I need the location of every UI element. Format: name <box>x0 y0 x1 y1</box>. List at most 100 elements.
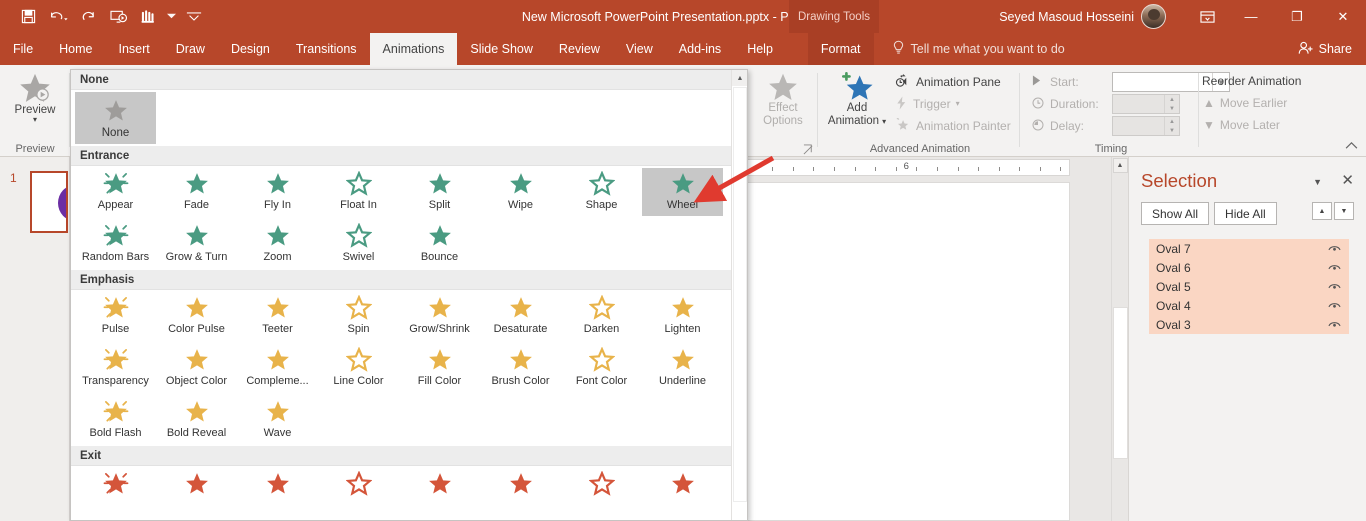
gallery-item-desaturate[interactable]: Desaturate <box>480 292 561 340</box>
close-pane-icon[interactable]: ✕ <box>1341 171 1354 189</box>
tab-animations[interactable]: Animations <box>369 33 458 65</box>
gallery-item-bold-reveal[interactable]: Bold Reveal <box>156 396 237 444</box>
gallery-item-object-color[interactable]: Object Color <box>156 344 237 392</box>
tab-transitions[interactable]: Transitions <box>283 33 370 65</box>
gallery-item-float-in[interactable]: Float In <box>318 168 399 216</box>
gallery-item-effect-5[interactable] <box>480 468 561 516</box>
customize-qat-icon[interactable] <box>180 4 208 30</box>
tab-file[interactable]: File <box>0 33 46 65</box>
gallery-item-brush-color[interactable]: Brush Color <box>480 344 561 392</box>
gallery-item-line-color[interactable]: Line Color <box>318 344 399 392</box>
gallery-item-bold-flash[interactable]: Bold Flash <box>75 396 156 444</box>
chevron-down-icon[interactable]: ▾ <box>33 116 37 124</box>
gallery-item-spin[interactable]: Spin <box>318 292 399 340</box>
gallery-item-random-bars[interactable]: Random Bars <box>75 220 156 268</box>
effect-options-button[interactable]: Effect Options <box>752 65 814 128</box>
gallery-item-none[interactable]: None <box>75 92 156 144</box>
gallery-item-darken[interactable]: Darken <box>561 292 642 340</box>
gallery-item-shape[interactable]: Shape <box>561 168 642 216</box>
gallery-item-effect-1[interactable] <box>156 468 237 516</box>
gallery-item-fill-color[interactable]: Fill Color <box>399 344 480 392</box>
gallery-item-zoom[interactable]: Zoom <box>237 220 318 268</box>
add-animation-button[interactable]: Add Animation ▾ <box>826 65 888 128</box>
touch-mode-icon[interactable] <box>134 4 162 30</box>
eye-visibility-icon[interactable] <box>1328 261 1341 275</box>
gallery-item-lighten[interactable]: Lighten <box>642 292 723 340</box>
save-icon[interactable] <box>14 4 42 30</box>
avatar[interactable] <box>1141 4 1166 29</box>
eye-visibility-icon[interactable] <box>1328 299 1341 313</box>
gallery-item-effect-3[interactable] <box>318 468 399 516</box>
gallery-item-underline[interactable]: Underline <box>642 344 723 392</box>
trigger-button[interactable]: Trigger ▾ <box>892 93 1014 115</box>
duration-spinner[interactable]: ▲ ▼ <box>1112 94 1180 114</box>
gallery-item-fly-in[interactable]: Fly In <box>237 168 318 216</box>
eye-visibility-icon[interactable] <box>1328 242 1341 256</box>
gallery-item-pulse[interactable]: Pulse <box>75 292 156 340</box>
eye-visibility-icon[interactable] <box>1328 318 1341 332</box>
selection-list-item[interactable]: Oval 7 <box>1149 239 1349 258</box>
qat-more-icon[interactable] <box>164 4 178 30</box>
tab-draw[interactable]: Draw <box>163 33 218 65</box>
gallery-item-grow-turn[interactable]: Grow & Turn <box>156 220 237 268</box>
spin-down-icon[interactable]: ▼ <box>1169 128 1175 134</box>
close-button[interactable]: ✕ <box>1320 0 1366 33</box>
scrollbar-thumb[interactable] <box>1113 307 1128 459</box>
gallery-item-split[interactable]: Split <box>399 168 480 216</box>
move-earlier-button[interactable]: ▲ Move Earlier <box>1200 92 1303 114</box>
tab-home[interactable]: Home <box>46 33 105 65</box>
gallery-item-color-pulse[interactable]: Color Pulse <box>156 292 237 340</box>
gallery-item-effect-2[interactable] <box>237 468 318 516</box>
animation-dialog-launcher-icon[interactable] <box>803 144 814 155</box>
gallery-item-effect-4[interactable] <box>399 468 480 516</box>
tab-insert[interactable]: Insert <box>106 33 163 65</box>
animation-painter-button[interactable]: Animation Painter <box>892 115 1014 137</box>
selection-list-item[interactable]: Oval 3 <box>1149 315 1349 334</box>
gallery-item-appear[interactable]: Appear <box>75 168 156 216</box>
eye-visibility-icon[interactable] <box>1328 280 1341 294</box>
selection-list-item[interactable]: Oval 6 <box>1149 258 1349 277</box>
gallery-item-transparency[interactable]: Transparency <box>75 344 156 392</box>
minimize-button[interactable]: — <box>1228 0 1274 33</box>
canvas-vertical-scrollbar[interactable]: ▲ <box>1111 157 1128 521</box>
redo-icon[interactable] <box>74 4 102 30</box>
undo-icon[interactable] <box>44 4 72 30</box>
selection-list-item[interactable]: Oval 5 <box>1149 277 1349 296</box>
gallery-scrollbar[interactable]: ▲ <box>731 70 747 520</box>
slide-thumbnail-1[interactable] <box>30 171 68 233</box>
hide-all-button[interactable]: Hide All <box>1214 202 1277 225</box>
tab-format[interactable]: Format <box>807 33 874 65</box>
spinner-buttons[interactable]: ▲ ▼ <box>1164 117 1179 135</box>
move-down-icon[interactable]: ▼ <box>1334 202 1354 220</box>
pane-options-chevron-icon[interactable]: ▼ <box>1313 177 1322 187</box>
gallery-item-teeter[interactable]: Teeter <box>237 292 318 340</box>
tab-help[interactable]: Help <box>734 33 786 65</box>
tab-slide-show[interactable]: Slide Show <box>457 33 546 65</box>
gallery-item-fade[interactable]: Fade <box>156 168 237 216</box>
spin-up-icon[interactable]: ▲ <box>1169 119 1175 125</box>
restore-button[interactable]: ❐ <box>1274 0 1320 33</box>
scroll-up-button[interactable]: ▲ <box>1112 158 1128 173</box>
animation-pane-button[interactable]: Animation Pane <box>892 71 1014 93</box>
gallery-item-wave[interactable]: Wave <box>237 396 318 444</box>
account-area[interactable]: Seyed Masoud Hosseini <box>999 0 1166 33</box>
tab-add-ins[interactable]: Add-ins <box>666 33 734 65</box>
gallery-item-effect-7[interactable] <box>642 468 723 516</box>
spin-down-icon[interactable]: ▼ <box>1169 106 1175 112</box>
tab-design[interactable]: Design <box>218 33 283 65</box>
show-all-button[interactable]: Show All <box>1141 202 1210 225</box>
gallery-item-wheel[interactable]: Wheel <box>642 168 723 216</box>
gallery-item-bounce[interactable]: Bounce <box>399 220 480 268</box>
chevron-down-icon[interactable]: ▾ <box>882 117 886 125</box>
move-up-icon[interactable]: ▲ <box>1312 202 1332 220</box>
spin-up-icon[interactable]: ▲ <box>1169 97 1175 103</box>
gallery-item-effect-6[interactable] <box>561 468 642 516</box>
gallery-item-swivel[interactable]: Swivel <box>318 220 399 268</box>
spinner-buttons[interactable]: ▲ ▼ <box>1164 95 1179 113</box>
chevron-down-icon[interactable]: ▾ <box>956 100 960 108</box>
tab-review[interactable]: Review <box>546 33 613 65</box>
move-later-button[interactable]: ▼ Move Later <box>1200 114 1303 136</box>
gallery-item-font-color[interactable]: Font Color <box>561 344 642 392</box>
gallery-scrollbar-thumb[interactable] <box>733 87 747 502</box>
gallery-item-compleme[interactable]: Compleme... <box>237 344 318 392</box>
